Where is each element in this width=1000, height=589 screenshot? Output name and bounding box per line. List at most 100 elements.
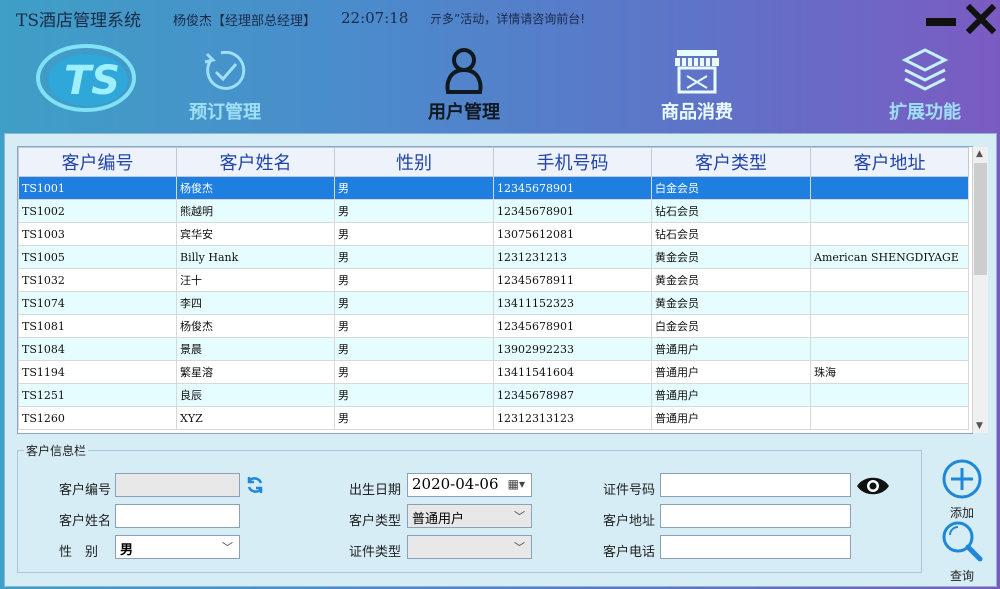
table-row[interactable]: TS1002 熊越明男 12345678901 钻石会员 xyxy=(18,199,969,223)
cell: 13411541604 xyxy=(493,360,652,384)
cell: 黄金会员 xyxy=(651,291,811,315)
cell: 男 xyxy=(334,222,494,246)
table-row[interactable]: TS1003 宾华安男 13075612081 钻石会员 xyxy=(18,222,969,246)
table-row[interactable]: TS1005 Billy Hank 男 1231231213 黄金会员 American … xyxy=(18,245,969,269)
cell: 良辰 xyxy=(176,383,335,407)
cell: 钻石会员 xyxy=(651,222,811,246)
column-header[interactable]: 性别 xyxy=(334,147,494,177)
cell xyxy=(810,383,969,407)
cell: TS1003 xyxy=(18,222,177,246)
customer-table: 客户编号 客户姓名 性别 手机号码 客户类型 客户地址 TS1001 杨俊杰男 12… xyxy=(18,147,969,430)
nav-extensions-label: 扩展功能 xyxy=(889,102,961,123)
refresh-icon[interactable] xyxy=(245,475,265,495)
plus-circle-icon xyxy=(942,459,982,499)
customer-type-label: 客户类型 xyxy=(349,514,402,529)
gender-select[interactable]: 男 ﹀ xyxy=(115,535,240,559)
current-user: 杨俊杰【经理部总经理】 xyxy=(173,14,317,29)
id-type-label: 证件类型 xyxy=(349,545,402,560)
cell xyxy=(810,406,969,430)
query-button[interactable]: 查询 xyxy=(937,519,987,584)
cell: 男 xyxy=(334,245,494,269)
column-header[interactable]: 客户编号 xyxy=(18,147,177,177)
close-button[interactable] xyxy=(965,3,997,35)
customer-id-field[interactable] xyxy=(115,473,240,497)
cell: 普通用户 xyxy=(651,337,811,361)
cell xyxy=(810,337,969,361)
cell xyxy=(810,314,969,338)
scroll-up-icon[interactable]: ▲ xyxy=(976,149,983,159)
cell: 12345678987 xyxy=(493,383,652,407)
column-header[interactable]: 客户类型 xyxy=(651,147,811,177)
table-row[interactable]: TS1084 景晨男 13902992233 普通用户 xyxy=(18,337,969,361)
table-row[interactable]: TS1194 繁星溶男 13411541604 普通用户 珠海 xyxy=(18,360,969,384)
cell: TS1074 xyxy=(18,291,177,315)
table-row[interactable]: TS1081 杨俊杰男 12345678901 白金会员 xyxy=(18,314,969,338)
marquee-notice: 亓多”活动，详情请咨询前台! xyxy=(430,12,586,26)
calendar-icon[interactable]: ▦▾ xyxy=(508,477,525,491)
eye-icon[interactable] xyxy=(856,475,890,497)
nav-booking[interactable]: 预订管理 xyxy=(155,46,295,126)
cell: TS1260 xyxy=(18,406,177,430)
cell: TS1194 xyxy=(18,360,177,384)
cell: TS1251 xyxy=(18,383,177,407)
cell: 宾华安 xyxy=(176,222,335,246)
birth-date-picker[interactable]: 2020-04-06 ▦▾ xyxy=(407,473,532,497)
scroll-thumb[interactable] xyxy=(974,163,987,275)
cell: 男 xyxy=(334,199,494,223)
add-button[interactable]: 添加 xyxy=(937,458,987,521)
main-content: 客户编号 客户姓名 性别 手机号码 客户类型 客户地址 TS1001 杨俊杰男 12… xyxy=(4,133,997,587)
cell: 12345678901 xyxy=(493,199,652,223)
nav-goods-label: 商品消费 xyxy=(661,102,733,123)
table-row[interactable]: TS1260 XYZ 男 12312313123 普通用户 xyxy=(18,406,969,430)
store-icon xyxy=(675,50,719,94)
cell: 男 xyxy=(334,406,494,430)
customer-type-select[interactable]: 普通用户 ﹀ xyxy=(407,504,532,528)
column-header[interactable]: 客户姓名 xyxy=(176,147,335,177)
table-row[interactable]: TS1001 杨俊杰男 12345678901 白金会员 xyxy=(18,176,969,200)
cell: XYZ xyxy=(176,406,335,430)
phone-field[interactable] xyxy=(660,535,851,559)
nav-goods[interactable]: 商品消费 xyxy=(627,46,767,126)
check-circle-icon xyxy=(204,50,246,90)
cell: 普通用户 xyxy=(651,360,811,384)
birth-date-value: 2020-04-06 xyxy=(412,475,499,493)
table-row[interactable]: TS1251 良辰男 12345678987 普通用户 xyxy=(18,383,969,407)
minimize-button[interactable] xyxy=(926,18,956,26)
column-header[interactable]: 手机号码 xyxy=(493,147,652,177)
cell: TS1002 xyxy=(18,199,177,223)
table-row[interactable]: TS1032 汪十男 12345678911 黄金会员 xyxy=(18,268,969,292)
gender-value: 男 xyxy=(120,543,134,558)
cell: 男 xyxy=(334,314,494,338)
info-panel-legend: 客户信息栏 xyxy=(24,442,89,459)
cell xyxy=(810,222,969,246)
nav-users[interactable]: 用户管理 xyxy=(394,46,534,126)
nav-extensions[interactable]: 扩展功能 xyxy=(855,46,995,126)
cell: Billy Hank xyxy=(176,245,335,269)
cell: American SHENGDIYAGE xyxy=(810,245,969,269)
column-header[interactable]: 客户地址 xyxy=(810,147,969,177)
cell: 景晨 xyxy=(176,337,335,361)
cell: 黄金会员 xyxy=(651,268,811,292)
cell: 钻石会员 xyxy=(651,199,811,223)
vertical-scrollbar[interactable]: ▲ ▼ xyxy=(972,147,988,433)
cell: 男 xyxy=(334,337,494,361)
phone-label: 客户电话 xyxy=(603,545,656,560)
customer-grid[interactable]: 客户编号 客户姓名 性别 手机号码 客户类型 客户地址 TS1001 杨俊杰男 12… xyxy=(17,146,973,434)
scroll-down-icon[interactable]: ▼ xyxy=(976,421,983,431)
customer-name-field[interactable] xyxy=(115,504,240,528)
cell: 12345678901 xyxy=(493,176,652,200)
cell: TS1005 xyxy=(18,245,177,269)
table-header: 客户编号 客户姓名 性别 手机号码 客户类型 客户地址 xyxy=(18,147,969,177)
logo-text: TS xyxy=(64,58,120,104)
table-row[interactable]: TS1074 李四男 13411152323 黄金会员 xyxy=(18,291,969,315)
gender-label: 性 别 xyxy=(59,545,99,560)
address-field[interactable] xyxy=(660,504,851,528)
cell: TS1032 xyxy=(18,268,177,292)
cell: TS1084 xyxy=(18,337,177,361)
cell: 男 xyxy=(334,268,494,292)
id-number-field[interactable] xyxy=(660,473,851,497)
logo: TS xyxy=(36,42,138,114)
person-icon xyxy=(445,48,483,94)
id-type-select[interactable]: ﹀ xyxy=(407,535,532,559)
birth-date-label: 出生日期 xyxy=(349,483,402,498)
